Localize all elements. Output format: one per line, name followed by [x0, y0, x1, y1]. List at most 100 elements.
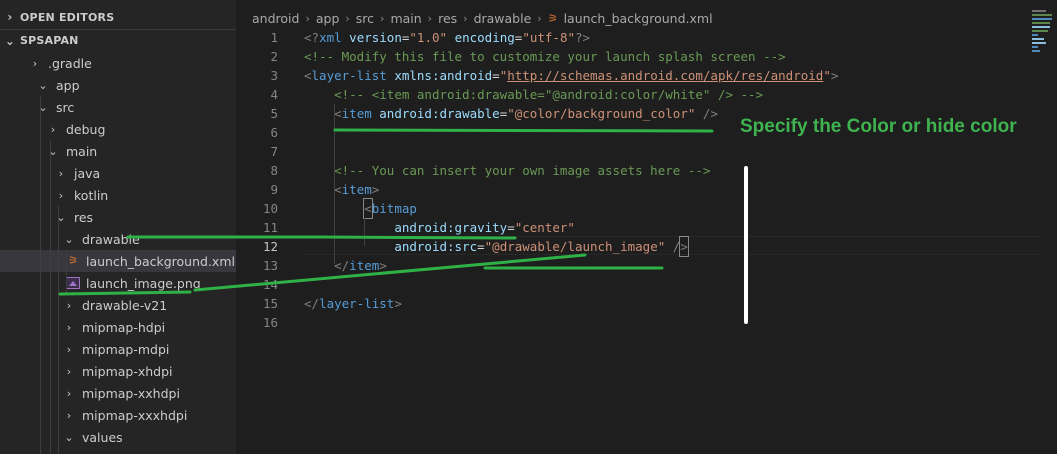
chevron-right-icon: ›: [7, 10, 13, 24]
code-token: <: [304, 68, 312, 83]
code-token: =: [477, 239, 485, 254]
minimap-line: [1032, 30, 1048, 32]
code-token: "utf-8": [522, 30, 575, 45]
code-line[interactable]: android:gravity="center": [304, 218, 575, 237]
code-line[interactable]: <?xml version="1.0" encoding="utf-8"?>: [304, 28, 590, 47]
breadcrumb-item[interactable]: main: [390, 11, 421, 26]
tree-item-mipmap-xxhdpi[interactable]: › mipmap-xxhdpi: [0, 382, 236, 404]
line-number: 16: [262, 315, 278, 330]
code-token: item: [349, 258, 380, 273]
tree-item-drawable-v21[interactable]: › drawable-v21: [0, 294, 236, 316]
code-token: version: [349, 30, 402, 45]
code-line[interactable]: <item android:drawable="@color/backgroun…: [304, 104, 718, 123]
line-number: 5: [270, 106, 278, 121]
indent-guide: [66, 250, 67, 294]
code-line[interactable]: <!-- Modify this file to customize your …: [304, 47, 786, 66]
indent-guide: [50, 140, 51, 454]
line-number: 15: [262, 296, 278, 311]
tree-item--gradle[interactable]: › .gradle: [0, 52, 236, 74]
code-token: /: [672, 239, 681, 254]
chevron-right-icon: ›: [66, 408, 72, 422]
tree-item-label: res: [74, 209, 94, 225]
code-token: </: [304, 296, 320, 311]
minimap[interactable]: [1032, 10, 1054, 56]
code-token: >: [371, 182, 380, 197]
code-token: >: [394, 296, 402, 311]
tree-item-mipmap-xhdpi[interactable]: › mipmap-xhdpi: [0, 360, 236, 382]
open-editors-header[interactable]: › OPEN EDITORS: [0, 6, 236, 28]
tree-item-main[interactable]: ⌄ main: [0, 140, 236, 162]
tree-item-label: drawable: [82, 231, 140, 247]
line-number: 4: [270, 87, 278, 102]
tree-item-launch-image-png[interactable]: launch_image.png: [0, 272, 236, 294]
tree-item-mipmap-xxxhdpi[interactable]: › mipmap-xxxhdpi: [0, 404, 236, 426]
indent-guide: [58, 206, 59, 454]
tree-item-label: debug: [66, 121, 106, 137]
indent-guide: [40, 96, 41, 454]
breadcrumb-file[interactable]: launch_background.xml: [564, 11, 713, 26]
tree-item-label: src: [56, 99, 75, 115]
tree-item-res[interactable]: ⌄ res: [0, 206, 236, 228]
chevron-right-icon: ›: [58, 166, 64, 180]
project-header[interactable]: ⌄ SPSAPAN: [0, 29, 236, 51]
image-icon: [66, 277, 80, 289]
tree-item-label: launch_image.png: [86, 275, 201, 291]
chevron-right-icon: ›: [66, 320, 72, 334]
code-line[interactable]: <item>: [304, 180, 379, 199]
annotation-text: Specify the Color or hide color: [740, 116, 1017, 137]
code-line[interactable]: <layer-list xmlns:android= "http://schema…: [304, 66, 838, 85]
code-token: http://schemas.android.com/apk/res/andro…: [507, 68, 824, 83]
code-token: <: [334, 106, 342, 121]
code-token: "1.0": [409, 30, 448, 45]
code-token: <?: [304, 30, 320, 45]
tree-item-values[interactable]: ⌄ values: [0, 426, 236, 448]
chevron-right-icon: ›: [66, 386, 72, 400]
code-editor[interactable]: android › app › src › main › res › drawable › ⚞ launc…: [236, 0, 1057, 454]
code-token: <: [334, 182, 342, 197]
tree-item-mipmap-hdpi[interactable]: › mipmap-hdpi: [0, 316, 236, 338]
tree-item-debug[interactable]: › debug: [0, 118, 236, 140]
tree-item-launch-background-xml[interactable]: ⚞ launch_background.xml: [0, 250, 236, 272]
code-line[interactable]: </item>: [304, 256, 387, 275]
code-line[interactable]: <!-- You can insert your own image asset…: [304, 161, 710, 180]
tree-item-java[interactable]: › java: [0, 162, 236, 184]
minimap-line: [1032, 42, 1046, 44]
rss-icon: ⚞: [68, 254, 78, 267]
code-line[interactable]: </layer-list>: [304, 294, 402, 313]
breadcrumb-item[interactable]: src: [356, 11, 374, 26]
line-number: 2: [270, 49, 278, 64]
tree-item-src[interactable]: ⌄ src: [0, 96, 236, 118]
line-number: 12: [262, 239, 278, 254]
tree-item-label: kotlin: [74, 187, 109, 203]
tree-item-mipmap-mdpi[interactable]: › mipmap-mdpi: [0, 338, 236, 360]
chevron-right-icon: ›: [463, 11, 468, 25]
code-token: android:gravity: [394, 220, 508, 235]
chevron-right-icon: ›: [345, 11, 350, 25]
line-number: 6: [270, 125, 278, 140]
code-line[interactable]: <!-- <item android:drawable="@android:co…: [304, 85, 763, 104]
breadcrumb-item[interactable]: app: [316, 11, 340, 26]
line-number: 11: [262, 220, 278, 235]
code-line[interactable]: <bitmap: [304, 198, 417, 219]
tree-item-drawable[interactable]: ⌄ drawable: [0, 228, 236, 250]
code-token: >: [679, 236, 689, 257]
code-token: encoding: [454, 30, 515, 45]
code-token: "@color/background_color": [507, 106, 696, 121]
tree-item-label: mipmap-xxxhdpi: [82, 407, 188, 423]
breadcrumb-item[interactable]: android: [252, 11, 299, 26]
code-token: =: [492, 68, 500, 83]
minimap-line: [1032, 46, 1038, 48]
code-token: ?>: [575, 30, 591, 45]
code-indent-guide: [364, 218, 365, 246]
code-token: layer-list: [311, 68, 387, 83]
tree-item-kotlin[interactable]: › kotlin: [0, 184, 236, 206]
breadcrumb-item[interactable]: drawable: [474, 11, 532, 26]
tree-item-app[interactable]: ⌄ app: [0, 74, 236, 96]
breadcrumb-item[interactable]: res: [438, 11, 457, 26]
code-line[interactable]: android:src="@drawable/launch_image" />: [304, 236, 689, 257]
minimap-line: [1032, 18, 1052, 20]
